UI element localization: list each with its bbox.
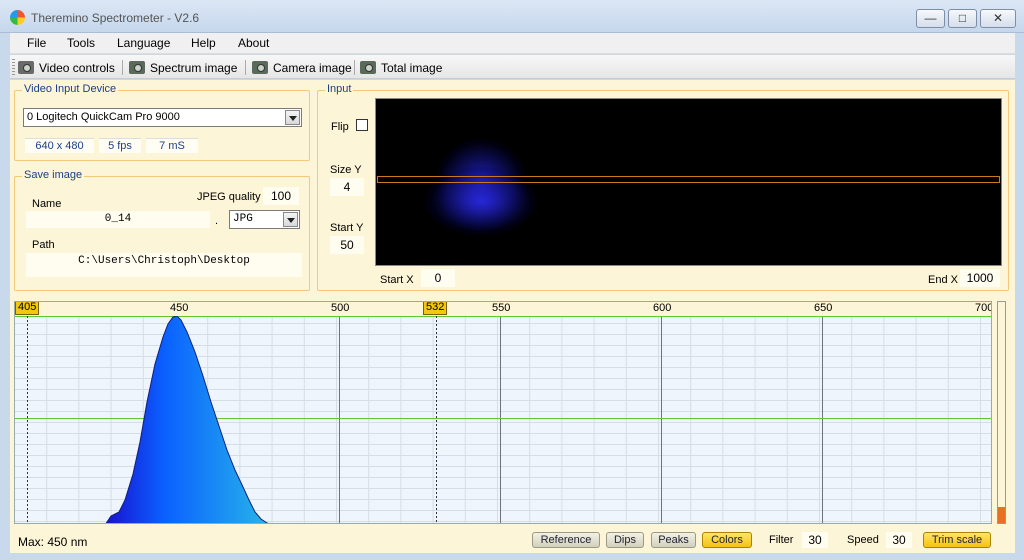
minimize-button[interactable]: — [916,9,945,28]
scale-label: 500 [331,302,350,314]
menu-tools[interactable]: Tools [67,36,95,50]
marker-left[interactable]: 405 [15,302,40,315]
main-content: Video Input Device 0 Logitech QuickCam P… [10,80,1015,553]
name-label: Name [32,198,62,210]
camera-icon [360,61,376,74]
scale-label: 550 [492,302,511,314]
scale-label: 650 [814,302,833,314]
title-bar: Theremino Spectrometer - V2.6 — □ ✕ [0,0,1024,33]
start-x-input[interactable]: 0 [421,269,455,287]
window-title: Theremino Spectrometer - V2.6 [31,11,200,25]
menu-help[interactable]: Help [191,36,216,50]
maximize-icon: □ [958,11,967,25]
camera-icon [252,61,268,74]
menu-about[interactable]: About [238,36,269,50]
size-y-input[interactable]: 4 [330,178,364,196]
resolution-display: 640 x 480 [25,138,94,153]
video-device-value: 0 Logitech QuickCam Pro 9000 [27,111,180,123]
camera-icon [129,61,145,74]
video-camera-icon [18,61,34,74]
video-controls-label: Video controls [39,60,115,75]
end-x-input[interactable]: 1000 [960,269,1000,287]
spectrum-graph[interactable]: 405 450 500 532 550 600 650 700 [14,301,992,524]
input-group: Input Flip Size Y 4 Start Y 50 Start X 0… [317,83,1009,291]
menu-language[interactable]: Language [117,36,170,50]
spectrum-image-label: Spectrum image [150,60,238,75]
menu-file[interactable]: File [27,36,46,50]
close-icon: ✕ [992,11,1004,25]
exposure-display: 7 mS [146,138,198,153]
path-label: Path [32,239,55,251]
toolbar-grip [12,59,15,75]
max-wavelength-text: Max: 450 nm [18,535,88,549]
chevron-down-icon[interactable] [283,212,298,227]
wavelength-scale: 405 450 500 532 550 600 650 700 [15,302,992,316]
video-input-group: Video Input Device 0 Logitech QuickCam P… [14,83,310,161]
scale-label: 450 [170,302,189,314]
size-y-label: Size Y [330,164,362,176]
toolbar: Video controls Spectrum image Camera ima… [10,55,1015,79]
toolbar-separator [122,60,123,75]
format-value: JPG [233,213,253,225]
speed-label: Speed [847,534,879,546]
scale-label: 600 [653,302,672,314]
filter-label: Filter [769,534,794,546]
save-image-group: Save image Name JPEG quality 100 0_14 . … [14,169,310,291]
toolbar-separator [245,60,246,75]
spectrum-plot [15,315,991,523]
start-y-label: Start Y [330,222,364,234]
speed-input[interactable]: 30 [886,532,912,548]
group-title: Input [325,83,354,95]
start-y-input[interactable]: 50 [330,236,364,254]
level-fill [998,507,1005,523]
camera-preview[interactable] [375,98,1002,266]
flip-label: Flip [331,121,349,133]
menu-bar: File Tools Language Help About [10,33,1015,54]
group-title: Save image [22,169,85,181]
dips-button[interactable]: Dips [606,532,644,548]
jpeg-quality-label: JPEG quality [197,191,261,203]
extension-dot: . [215,215,219,227]
fps-display: 5 fps [99,138,141,153]
total-image-button[interactable]: Total image [360,59,442,76]
reference-button[interactable]: Reference [532,532,600,548]
filter-input[interactable]: 30 [802,532,828,548]
spectrum-image-button[interactable]: Spectrum image [129,59,237,76]
chevron-down-icon[interactable] [285,110,300,125]
toolbar-separator [354,60,355,75]
camera-image-label: Camera image [273,60,352,75]
peaks-button[interactable]: Peaks [651,532,696,548]
video-device-select[interactable]: 0 Logitech QuickCam Pro 9000 [23,108,302,127]
maximize-button[interactable]: □ [948,9,977,28]
video-controls-button[interactable]: Video controls [18,59,115,76]
colors-button[interactable]: Colors [702,532,752,548]
trim-scale-button[interactable]: Trim scale [923,532,991,548]
start-x-label: Start X [380,274,414,286]
level-bar [997,301,1006,524]
total-image-label: Total image [381,60,443,75]
marker-mid[interactable]: 532 [423,302,448,315]
minimize-icon: — [924,11,937,25]
end-x-label: End X [928,274,958,286]
close-button[interactable]: ✕ [980,9,1016,28]
jpeg-quality-input[interactable]: 100 [263,187,299,205]
flip-checkbox[interactable] [356,119,368,131]
camera-image-button[interactable]: Camera image [252,59,352,76]
path-input[interactable]: C:\Users\Christoph\Desktop [26,253,302,277]
status-bar: Max: 450 nm Reference Dips Peaks Colors … [10,528,1015,553]
filename-input[interactable]: 0_14 [26,211,210,228]
roi-rectangle[interactable] [377,176,1000,183]
app-icon [10,10,25,25]
format-select[interactable]: JPG [229,210,300,229]
scale-label: 700 [975,302,992,314]
group-title: Video Input Device [22,83,119,95]
